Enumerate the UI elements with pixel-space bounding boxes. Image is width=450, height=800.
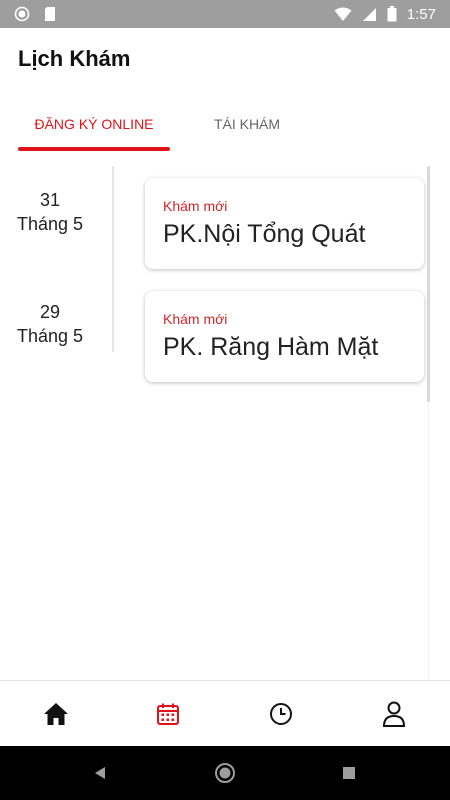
app-header: Lịch Khám (0, 28, 450, 90)
appointment-date: 29 Tháng 5 (0, 300, 100, 348)
nav-profile[interactable] (338, 681, 450, 747)
date-month: Tháng 5 (16, 326, 84, 346)
list-scrollbar[interactable] (427, 166, 430, 402)
appointment-type: Khám mới (163, 198, 228, 214)
appointment-card[interactable]: Khám mới PK. Răng Hàm Mặt (145, 291, 424, 382)
system-home-button[interactable] (195, 746, 255, 800)
system-recents-button[interactable] (319, 746, 379, 800)
timeline-divider (112, 166, 114, 352)
sd-card-icon (44, 6, 56, 22)
status-right-icons: 1:57 (334, 6, 436, 23)
date-month: Tháng 5 (16, 214, 84, 234)
nav-home[interactable] (0, 681, 112, 747)
bottom-navigation (0, 680, 450, 746)
user-icon (382, 701, 406, 727)
nav-history[interactable] (225, 681, 337, 747)
page-title: Lịch Khám (18, 46, 131, 71)
back-triangle-icon (93, 766, 107, 780)
battery-icon (387, 6, 397, 22)
nav-calendar[interactable] (112, 681, 224, 747)
home-circle-icon (214, 762, 236, 784)
home-icon (43, 702, 69, 726)
system-navigation-bar (0, 746, 450, 800)
wifi-icon (334, 7, 352, 22)
tab-tai-kham[interactable]: TÁI KHÁM (172, 96, 322, 152)
clinic-name: PK. Răng Hàm Mặt (163, 333, 379, 361)
appointment-list[interactable]: 31 Tháng 5 Khám mới PK.Nội Tổng Quát 29 … (0, 166, 450, 680)
app-screen: 1:57 Lịch Khám ĐĂNG KÝ ONLINE TÁI KHÁM 3… (0, 0, 450, 800)
appointment-type: Khám mới (163, 311, 228, 327)
status-bar: 1:57 (0, 0, 450, 28)
appointment-date: 31 Tháng 5 (0, 188, 100, 236)
active-tab-indicator (18, 147, 170, 151)
scrollbar-track (428, 402, 429, 680)
signal-icon (362, 7, 377, 22)
status-left-icons (14, 6, 56, 22)
clock-icon (269, 702, 293, 726)
tab-dang-ky-online[interactable]: ĐĂNG KÝ ONLINE (18, 96, 170, 152)
date-day: 31 (39, 190, 61, 210)
recents-square-icon (342, 766, 356, 780)
appointment-card[interactable]: Khám mới PK.Nội Tổng Quát (145, 178, 424, 269)
clinic-name: PK.Nội Tổng Quát (163, 220, 366, 248)
date-day: 29 (39, 302, 61, 322)
tab-bar: ĐĂNG KÝ ONLINE TÁI KHÁM (0, 96, 450, 152)
system-back-button[interactable] (70, 746, 130, 800)
calendar-icon (156, 702, 180, 726)
status-time: 1:57 (406, 5, 436, 23)
circle-notification-icon (14, 6, 30, 22)
